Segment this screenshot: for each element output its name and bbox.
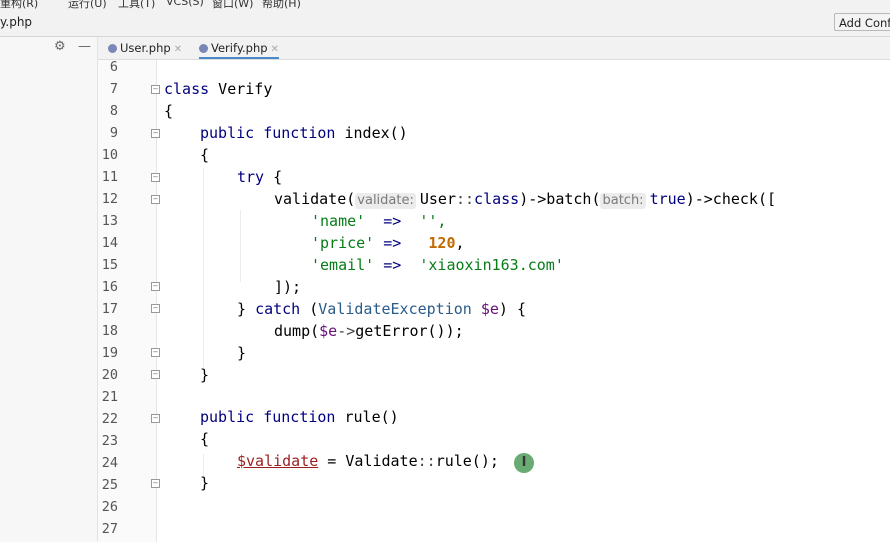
line-number: 24	[101, 455, 118, 471]
code-line-22: public function rule()	[200, 408, 399, 426]
code-line-15: 'email' => 'xiaoxin163.com'	[311, 256, 564, 274]
line-number: 8	[109, 103, 118, 119]
indent-guide	[240, 210, 241, 282]
php-file-icon	[108, 44, 117, 53]
indent-guide	[203, 168, 204, 368]
menu-item-vcs[interactable]: VCS(S)	[166, 0, 204, 8]
menu-item-help[interactable]: 帮助(H)	[262, 0, 301, 10]
code-line-19: }	[237, 344, 247, 362]
fold-end-icon[interactable]: −	[151, 348, 160, 357]
code-line-11: try {	[237, 168, 283, 186]
fold-end-icon[interactable]: −	[151, 282, 160, 291]
line-number: 25	[101, 477, 118, 493]
fold-collapse-icon[interactable]: −	[151, 173, 160, 182]
line-number: 12	[101, 191, 118, 207]
tab-user-php[interactable]: User.php ✕	[108, 37, 182, 59]
line-number: 14	[101, 235, 118, 251]
line-number: 13	[101, 213, 118, 229]
code-line-25: }	[200, 474, 210, 492]
tab-verify-php[interactable]: Verify.php ✕	[199, 37, 279, 59]
text-cursor-icon: I	[514, 453, 534, 473]
code-line-12: validate(validate: User::class)->batch(ba…	[274, 190, 777, 209]
menu-item-window[interactable]: 窗口(W)	[212, 0, 253, 10]
editor-tab-bar: User.php ✕ Verify.php ✕	[98, 37, 890, 60]
code-line-18: dump($e->getError());	[274, 322, 464, 340]
fold-collapse-icon[interactable]: −	[151, 414, 160, 423]
code-line-9: public function index()	[200, 124, 408, 142]
gear-icon[interactable]: ⚙	[54, 39, 66, 54]
line-number: 27	[101, 521, 118, 537]
line-number: 6	[109, 59, 118, 75]
fold-collapse-icon[interactable]: −	[151, 129, 160, 138]
line-number: 9	[109, 125, 118, 141]
fold-collapse-icon[interactable]: −	[151, 304, 160, 313]
fold-collapse-icon[interactable]: −	[151, 85, 160, 94]
line-number: 16	[101, 279, 118, 295]
menu-bar: 重构(R) 运行(U) 工具(T) VCS(S) 窗口(W) 帮助(H)	[0, 0, 890, 10]
menu-item-refactor[interactable]: 重构(R)	[0, 0, 38, 10]
code-line-10: {	[200, 146, 210, 164]
fold-end-icon[interactable]: −	[151, 370, 160, 379]
code-line-13: 'name' => '',	[311, 212, 447, 230]
line-number: 21	[101, 389, 118, 405]
add-configuration-button[interactable]: Add Confi	[834, 13, 890, 31]
code-line-14: 'price' => 120,	[311, 234, 465, 252]
code-line-7: class Verify	[164, 80, 273, 98]
fold-collapse-icon[interactable]: −	[151, 195, 160, 204]
fold-end-icon[interactable]: −	[151, 479, 160, 488]
close-icon[interactable]: ✕	[174, 44, 182, 55]
close-icon[interactable]: ✕	[271, 44, 279, 55]
line-number: 11	[101, 169, 118, 185]
line-number: 18	[101, 323, 118, 339]
project-panel: ⚙ —	[0, 37, 98, 542]
menu-item-tools[interactable]: 工具(T)	[118, 0, 155, 10]
code-line-24: $validate = Validate::rule();	[237, 452, 499, 470]
code-line-8: {	[164, 102, 174, 120]
code-line-20: }	[200, 366, 210, 384]
code-line-17: } catch (ValidateException $e) {	[237, 300, 526, 318]
php-file-icon	[199, 44, 208, 53]
line-number: 17	[101, 301, 118, 317]
line-number: 20	[101, 367, 118, 383]
line-number: 10	[101, 147, 118, 163]
tab-label: User.php	[120, 41, 171, 55]
file-breadcrumb[interactable]: y.php	[0, 15, 32, 29]
code-line-16: ]);	[274, 278, 302, 296]
line-number: 22	[101, 411, 118, 427]
parameter-hint: batch:	[600, 193, 646, 209]
panel-toolbar: ⚙ —	[0, 37, 97, 59]
line-number: 23	[101, 433, 118, 449]
menu-item-run[interactable]: 运行(U)	[68, 0, 107, 10]
parameter-hint: validate:	[355, 193, 416, 209]
code-line-23: {	[200, 430, 210, 448]
line-number: 7	[109, 81, 118, 97]
tab-label: Verify.php	[211, 41, 268, 55]
line-number: 19	[101, 345, 118, 361]
line-number: 15	[101, 257, 118, 273]
minimize-icon[interactable]: —	[78, 39, 91, 54]
navigation-bar: y.php Add Confi	[0, 10, 890, 37]
line-number: 26	[101, 499, 118, 515]
